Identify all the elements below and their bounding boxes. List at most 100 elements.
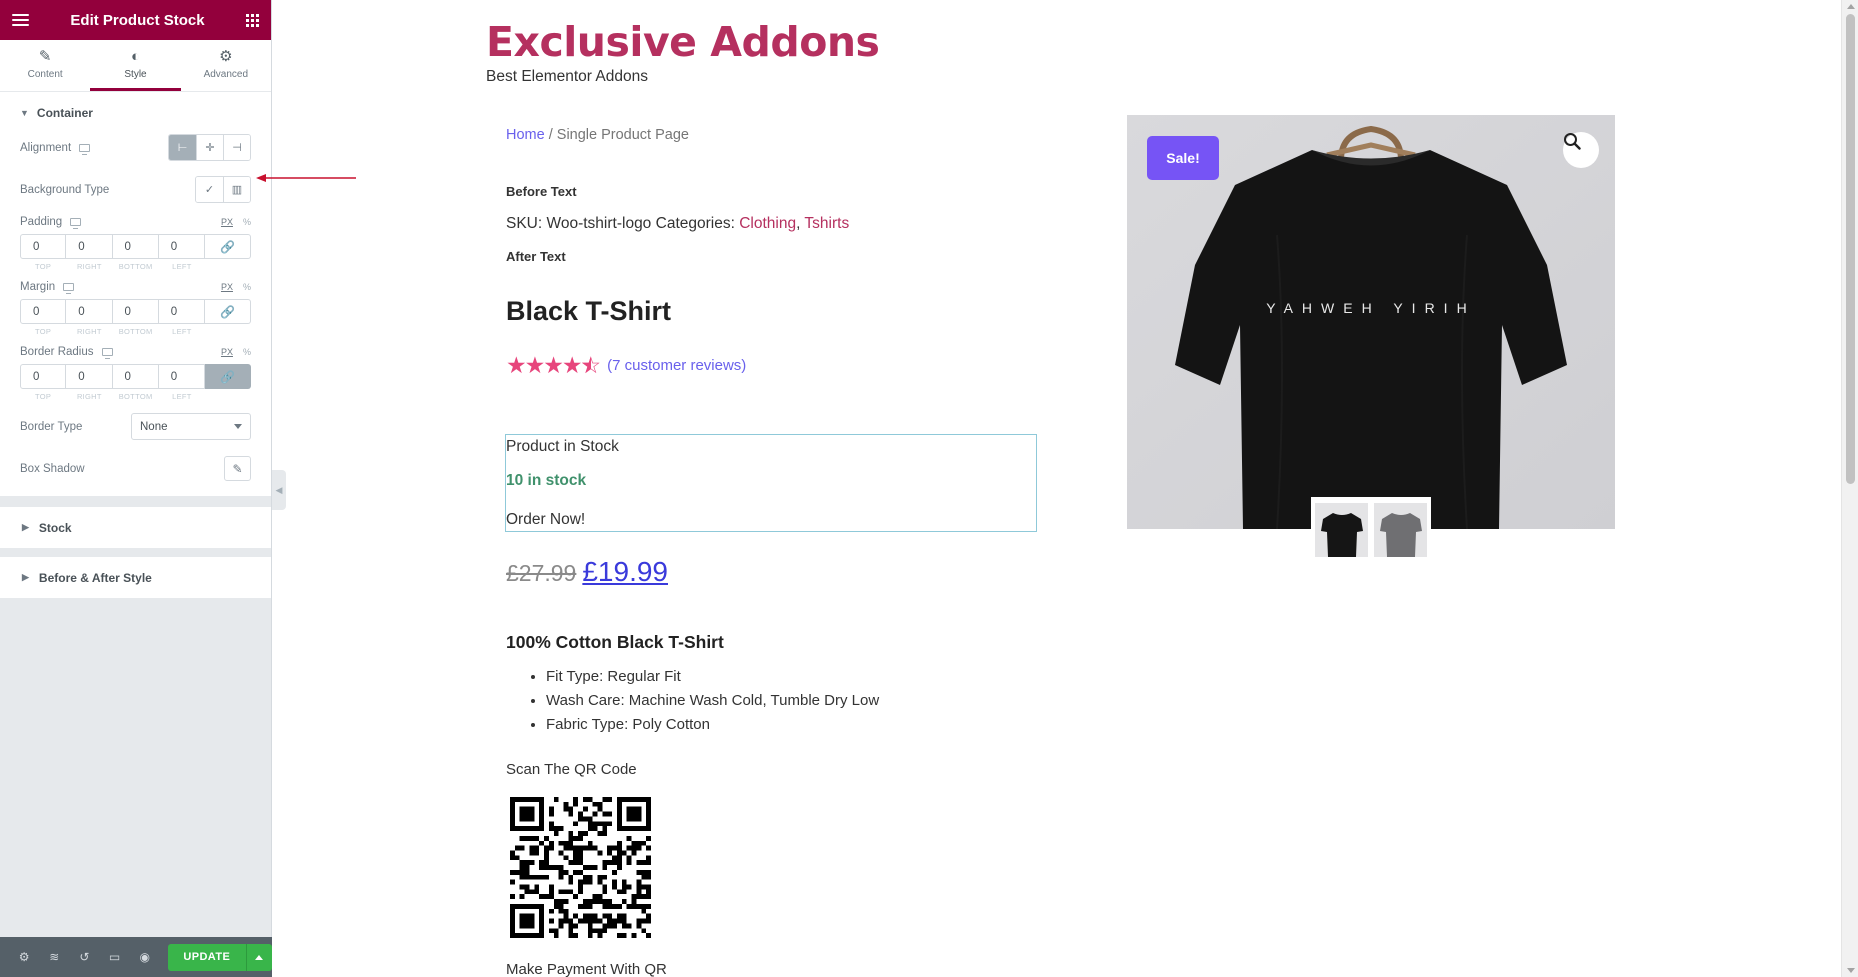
align-left-button[interactable]: ⊢ bbox=[169, 135, 196, 160]
unit-px-button[interactable]: PX bbox=[221, 217, 233, 227]
editor-panel: Edit Product Stock ✎ Content ◐ Style ⚙ A… bbox=[0, 0, 273, 977]
radius-link-icon[interactable]: 🔗 bbox=[205, 364, 251, 389]
margin-units: PX % bbox=[221, 282, 251, 292]
unit-percent-button[interactable]: % bbox=[243, 347, 251, 357]
unit-percent-button[interactable]: % bbox=[243, 217, 251, 227]
navigator-layers-icon[interactable]: ≋ bbox=[39, 937, 69, 977]
product-gallery[interactable]: YAHWEH YIRIH Sale! bbox=[1127, 115, 1615, 529]
thumbnail-grey-shirt[interactable] bbox=[1374, 503, 1427, 557]
margin-left-input[interactable]: 0 bbox=[158, 299, 205, 324]
border-type-select[interactable]: None bbox=[131, 413, 251, 440]
padding-top-input[interactable]: 0 bbox=[20, 234, 67, 259]
padding-top-label: TOP bbox=[35, 262, 52, 271]
breadcrumb: Home / Single Product Page bbox=[506, 127, 689, 143]
customer-reviews-link[interactable]: (7 customer reviews) bbox=[607, 357, 746, 374]
annotation-arrow bbox=[256, 174, 356, 182]
unit-percent-button[interactable]: % bbox=[243, 282, 251, 292]
background-type-label: Background Type bbox=[20, 183, 110, 196]
chevron-up-icon bbox=[255, 954, 264, 960]
description-list: Fit Type: Regular Fit Wash Care: Machine… bbox=[546, 668, 879, 740]
history-icon[interactable]: ↺ bbox=[69, 937, 99, 977]
unit-px-button[interactable]: PX bbox=[221, 282, 233, 292]
padding-link-icon[interactable]: 🔗 bbox=[205, 234, 251, 259]
thumbnail-black-shirt[interactable] bbox=[1315, 503, 1368, 557]
before-text: Before Text bbox=[506, 184, 577, 199]
margin-right-input[interactable]: 0 bbox=[66, 299, 113, 324]
radius-top-input[interactable]: 0 bbox=[20, 364, 67, 389]
sku-label: SKU: bbox=[506, 215, 543, 232]
radius-bottom-input[interactable]: 0 bbox=[112, 364, 159, 389]
container-section-toggle[interactable]: ▼ Container bbox=[0, 92, 271, 134]
radius-left-input[interactable]: 0 bbox=[158, 364, 205, 389]
scroll-up-icon[interactable] bbox=[1847, 4, 1855, 9]
after-text: After Text bbox=[506, 249, 566, 264]
qr-label: Scan The QR Code bbox=[506, 761, 637, 778]
radius-right-input[interactable]: 0 bbox=[66, 364, 113, 389]
box-shadow-label: Box Shadow bbox=[20, 462, 85, 475]
before-after-section-toggle[interactable]: ▶ Before & After Style bbox=[0, 556, 271, 598]
categories-label: Categories: bbox=[655, 215, 735, 232]
stock-section-toggle[interactable]: ▶ Stock bbox=[0, 506, 271, 548]
settings-gear-icon[interactable]: ⚙ bbox=[9, 937, 39, 977]
zoom-button[interactable] bbox=[1563, 132, 1599, 168]
padding-control: Padding PX % 0 TOP 0 RIGHT 0 BOTTOM 0 LEFT bbox=[20, 216, 251, 271]
background-gradient-button[interactable]: ▥ bbox=[223, 177, 250, 202]
category-link-clothing[interactable]: Clothing bbox=[739, 215, 796, 232]
tab-content[interactable]: ✎ Content bbox=[0, 40, 90, 91]
border-radius-control: Border Radius PX % 0 TOP 0 RIGHT 0 BOTTOM 0… bbox=[20, 346, 251, 401]
list-item: Fit Type: Regular Fit bbox=[546, 668, 879, 692]
align-right-button[interactable]: ⊣ bbox=[223, 135, 250, 160]
container-controls: Alignment ⊢ ✛ ⊣ Background Type ✓ ▥ Padd… bbox=[0, 134, 271, 496]
radius-top-label: TOP bbox=[35, 392, 52, 401]
category-link-tshirts[interactable]: Tshirts bbox=[804, 215, 849, 232]
panel-header: Edit Product Stock bbox=[0, 0, 271, 40]
background-type-control: Background Type ✓ ▥ bbox=[20, 176, 251, 203]
update-options-button[interactable] bbox=[245, 943, 273, 971]
scroll-down-icon[interactable] bbox=[1847, 968, 1855, 973]
site-title[interactable]: Exclusive Addons bbox=[486, 18, 880, 66]
background-classic-button[interactable]: ✓ bbox=[196, 177, 223, 202]
box-shadow-edit-icon[interactable]: ✎ bbox=[224, 456, 251, 481]
responsive-desktop-icon[interactable] bbox=[70, 218, 82, 229]
padding-bottom-input[interactable]: 0 bbox=[112, 234, 159, 259]
hamburger-menu-icon[interactable] bbox=[12, 14, 29, 26]
padding-right-input[interactable]: 0 bbox=[66, 234, 113, 259]
page-scrollbar[interactable] bbox=[1841, 0, 1858, 977]
container-section-title: Container bbox=[36, 106, 93, 120]
before-after-section-title: Before & After Style bbox=[38, 570, 152, 585]
border-type-control: Border Type None bbox=[20, 413, 251, 440]
caret-right-icon: ▶ bbox=[22, 522, 29, 532]
stock-status: 10 in stock bbox=[506, 472, 587, 489]
caret-down-icon: ▼ bbox=[20, 108, 29, 118]
unit-px-button[interactable]: PX bbox=[221, 347, 233, 357]
alignment-choices: ⊢ ✛ ⊣ bbox=[168, 134, 251, 161]
panel-title: Edit Product Stock bbox=[70, 11, 205, 29]
preview-eye-icon[interactable]: ◉ bbox=[130, 937, 160, 977]
margin-top-input[interactable]: 0 bbox=[20, 299, 67, 324]
responsive-desktop-icon[interactable] bbox=[79, 143, 91, 155]
responsive-desktop-icon[interactable] bbox=[63, 283, 75, 294]
panel-collapse-handle[interactable]: ◀ bbox=[272, 470, 286, 510]
shirt-print-text: YAHWEH YIRIH bbox=[1266, 300, 1475, 316]
margin-bottom-input[interactable]: 0 bbox=[112, 299, 159, 324]
update-button[interactable]: UPDATE bbox=[167, 943, 246, 971]
responsive-mode-icon[interactable]: ▭ bbox=[100, 937, 130, 977]
border-type-label: Border Type bbox=[20, 420, 83, 433]
breadcrumb-home-link[interactable]: Home bbox=[506, 127, 545, 143]
chevron-down-icon bbox=[234, 424, 242, 429]
tab-style[interactable]: ◐ Style bbox=[90, 40, 181, 91]
padding-left-input[interactable]: 0 bbox=[158, 234, 205, 259]
tab-advanced[interactable]: ⚙ Advanced bbox=[181, 40, 271, 91]
align-center-button[interactable]: ✛ bbox=[196, 135, 223, 160]
padding-units: PX % bbox=[221, 217, 251, 227]
product-rating: ★★★★☆★ (7 customer reviews) bbox=[506, 354, 746, 377]
tshirt-thumbnail-icon bbox=[1379, 513, 1422, 557]
padding-dimensions: 0 TOP 0 RIGHT 0 BOTTOM 0 LEFT 🔗 bbox=[20, 234, 251, 271]
apps-grid-icon[interactable] bbox=[246, 13, 259, 27]
scrollbar-thumb[interactable] bbox=[1846, 14, 1855, 484]
sale-badge: Sale! bbox=[1147, 136, 1219, 180]
margin-link-icon[interactable]: 🔗 bbox=[205, 299, 251, 324]
star-rating-icon: ★★★★☆★ bbox=[506, 352, 601, 378]
product-stock-widget[interactable]: Product in Stock 10 in stock Order Now! bbox=[505, 434, 1037, 532]
responsive-desktop-icon[interactable] bbox=[101, 348, 113, 359]
